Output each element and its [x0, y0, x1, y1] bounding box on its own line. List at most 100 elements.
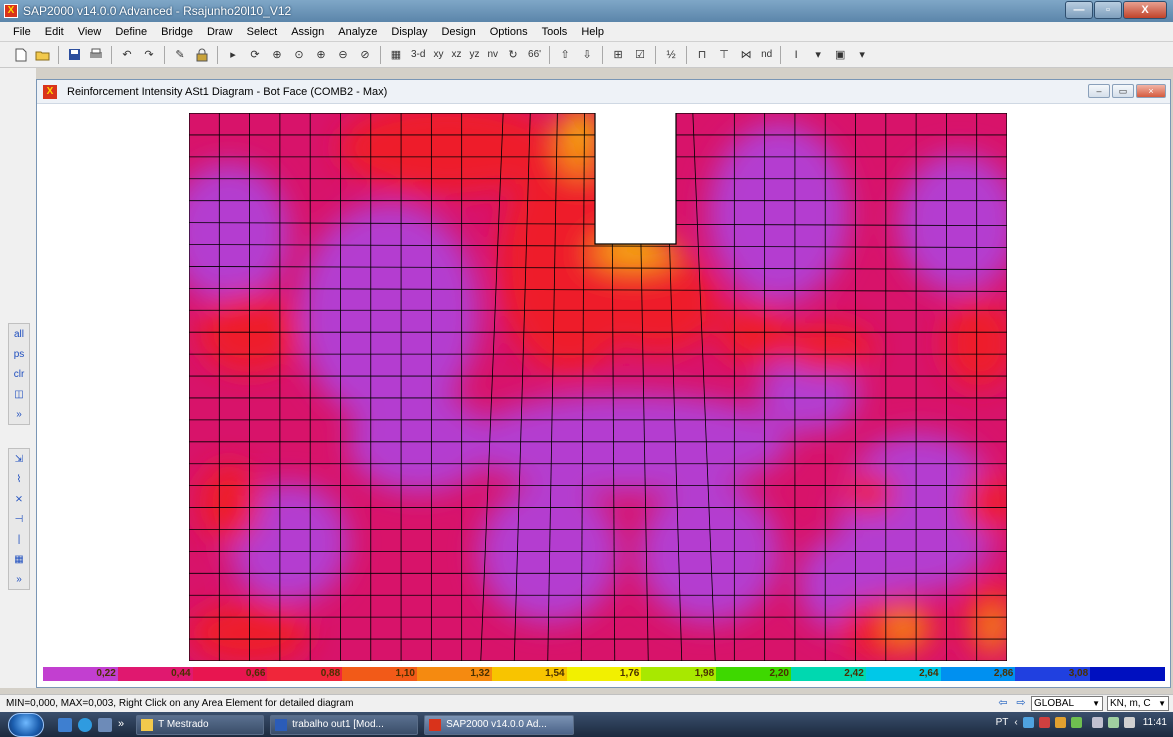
display-options-icon[interactable]: ▣ [831, 46, 849, 64]
network-icon[interactable] [1022, 717, 1034, 728]
next-arrow-button[interactable]: ⇨ [1013, 696, 1029, 711]
taskbar-sap2000-button[interactable]: SAP2000 v14.0.0 Ad... [424, 714, 575, 735]
menu-edit[interactable]: Edit [38, 26, 71, 38]
diagram-maximize-button[interactable]: ▭ [1112, 84, 1134, 98]
menu-design[interactable]: Design [434, 26, 482, 38]
clock[interactable]: 11:41 [1143, 717, 1167, 728]
start-button[interactable] [8, 712, 44, 737]
coord-system-select[interactable]: GLOBAL ▼ [1031, 696, 1103, 711]
grid-view-icon[interactable]: ▦ [387, 46, 405, 64]
pencil-icon[interactable]: ✎ [171, 46, 189, 64]
snap-grid-icon[interactable]: ▦ [9, 549, 29, 569]
maximize-button[interactable]: ▫ [1094, 1, 1122, 19]
frame-icon[interactable]: ⊓ [693, 46, 711, 64]
menu-tools[interactable]: Tools [535, 26, 575, 38]
frame-loads-icon[interactable]: ⊤ [715, 46, 733, 64]
internet-explorer-icon[interactable] [78, 717, 92, 732]
menu-file[interactable]: File [6, 26, 38, 38]
contour-plot[interactable] [189, 113, 1007, 661]
menu-view[interactable]: View [71, 26, 109, 38]
quick-launch-overflow[interactable]: » [118, 718, 124, 732]
print-icon[interactable] [87, 46, 105, 64]
diagram-window[interactable]: X Reinforcement Intensity ASt1 Diagram -… [36, 79, 1171, 688]
undo-icon[interactable]: ↶ [118, 46, 136, 64]
update-icon[interactable] [1054, 717, 1066, 728]
diagram-minimize-button[interactable]: – [1088, 84, 1110, 98]
move-down-icon[interactable]: ⇩ [578, 46, 596, 64]
view-xy-button[interactable]: xy [433, 49, 443, 60]
snap-midpoint-icon[interactable]: ⌇ [9, 469, 29, 489]
pan-icon[interactable]: ⊘ [356, 46, 374, 64]
zoom-in-icon[interactable]: ⊕ [312, 46, 330, 64]
expand-group-icon[interactable]: » [9, 569, 29, 589]
snap-intersection-icon[interactable]: ⨯ [9, 489, 29, 509]
view-xz-button[interactable]: xz [451, 49, 461, 60]
volume-icon[interactable] [1123, 717, 1135, 728]
zoom-out-icon[interactable]: ⊖ [334, 46, 352, 64]
view-3d-button[interactable]: 3-d [411, 49, 425, 60]
snap-line-icon[interactable]: | [9, 529, 29, 549]
close-button[interactable]: X [1123, 1, 1167, 19]
units-select[interactable]: KN, m, C ▼ [1107, 696, 1169, 711]
clear-select-button[interactable]: clr [9, 364, 29, 384]
menu-define[interactable]: Define [108, 26, 154, 38]
nd-button[interactable]: nd [761, 49, 772, 60]
dropdown-caret-icon[interactable]: ▾ [853, 46, 871, 64]
redo-icon[interactable]: ↷ [140, 46, 158, 64]
check-icon[interactable]: ☑ [631, 46, 649, 64]
menu-bridge[interactable]: Bridge [154, 26, 200, 38]
fraction-icon[interactable]: ½ [662, 46, 680, 64]
menu-help[interactable]: Help [574, 26, 611, 38]
menu-options[interactable]: Options [483, 26, 535, 38]
minimize-button[interactable]: — [1065, 1, 1093, 19]
rotate-icon[interactable]: ⟳ [246, 46, 264, 64]
action-center-icon[interactable] [1091, 717, 1103, 728]
zoom-window-icon[interactable]: ⊕ [268, 46, 286, 64]
previous-select-button[interactable]: ps [9, 344, 29, 364]
app-title-bar[interactable]: X SAP2000 v14.0.0 Advanced - Rsajunho20l… [0, 0, 1173, 22]
security-icon[interactable] [1038, 717, 1050, 728]
open-folder-icon[interactable] [34, 46, 52, 64]
perspective-button[interactable]: 66' [528, 49, 541, 60]
lock-icon[interactable] [193, 46, 211, 64]
taskbar-word-button[interactable]: trabalho out1 [Mod... [270, 714, 419, 735]
rotate-view-icon[interactable]: ↻ [504, 46, 522, 64]
frame-forces-icon[interactable]: ⋈ [737, 46, 755, 64]
set-display-icon[interactable]: ⊞ [609, 46, 627, 64]
select-intersect-icon[interactable]: ◫ [9, 384, 29, 404]
previous-arrow-button[interactable]: ⇦ [995, 696, 1011, 711]
power-icon[interactable] [1107, 717, 1119, 728]
run-analysis-icon[interactable]: ▸ [224, 46, 242, 64]
taskbar-button-label: trabalho out1 [Mod... [292, 719, 384, 730]
view-nv-button[interactable]: nv [487, 49, 498, 60]
diagram-close-button[interactable]: × [1136, 84, 1166, 98]
move-up-icon[interactable]: ⇧ [556, 46, 574, 64]
explorer-icon[interactable] [58, 717, 72, 732]
zoom-restore-icon[interactable]: ⊙ [290, 46, 308, 64]
expand-group-icon[interactable]: » [9, 404, 29, 424]
view-yz-button[interactable]: yz [469, 49, 479, 60]
menu-analyze[interactable]: Analyze [331, 26, 384, 38]
menu-assign[interactable]: Assign [284, 26, 331, 38]
taskbar-folder-button[interactable]: T Mestrado [136, 714, 265, 735]
language-indicator[interactable]: PT [996, 717, 1009, 728]
menu-draw[interactable]: Draw [200, 26, 240, 38]
diagram-window-title-bar[interactable]: X Reinforcement Intensity ASt1 Diagram -… [37, 80, 1170, 104]
purple-region [349, 393, 489, 493]
new-file-icon[interactable] [12, 46, 30, 64]
chevron-down-icon: ▼ [1092, 699, 1100, 708]
snap-perpendicular-icon[interactable]: ⊣ [9, 509, 29, 529]
show-desktop-icon[interactable] [98, 717, 112, 732]
antivirus-icon[interactable] [1070, 717, 1082, 728]
contour-plot-area[interactable]: 0,22 0,44 0,66 0,88 1,10 1,32 1,54 1,76 1,98 2,20… [37, 104, 1170, 681]
menu-select[interactable]: Select [240, 26, 285, 38]
dropdown-caret-icon[interactable]: ▾ [809, 46, 827, 64]
tray-expand-icon[interactable]: ‹ [1014, 717, 1017, 728]
menu-display[interactable]: Display [384, 26, 434, 38]
section-icon[interactable]: I [787, 46, 805, 64]
save-icon[interactable] [65, 46, 83, 64]
snap-points-icon[interactable]: ⇲ [9, 449, 29, 469]
orange-hotspot [982, 606, 1006, 650]
select-all-button[interactable]: all [9, 324, 29, 344]
snap-tools-group: ⇲ ⌇ ⨯ ⊣ | ▦ » [8, 448, 30, 590]
